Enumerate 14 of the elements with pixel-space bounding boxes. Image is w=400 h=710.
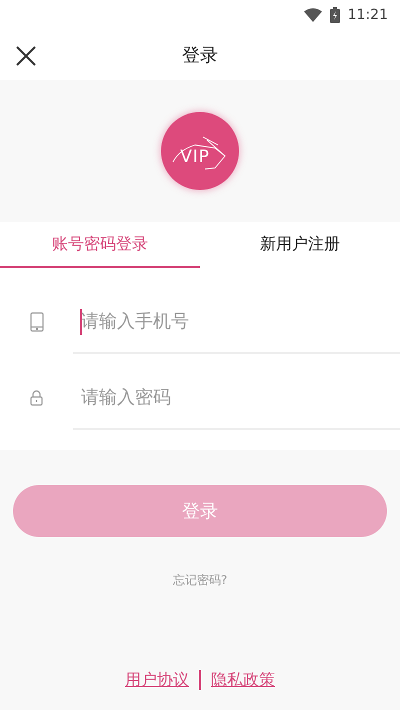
tab[interactable]: 新用户注册 [200, 222, 400, 268]
wifi-icon [304, 8, 322, 22]
tab[interactable]: 账号密码登录 [0, 222, 200, 268]
vip-logo: VIP [161, 112, 239, 190]
policy-link[interactable]: 用户协议 [125, 668, 189, 692]
phone-icon [30, 312, 44, 332]
policy-link[interactable]: 隐私政策 [211, 668, 275, 692]
status-time: 11:21 [348, 6, 388, 24]
page-title: 登录 [182, 44, 218, 68]
lock-icon [30, 390, 43, 406]
battery-icon [330, 7, 340, 23]
close-icon [16, 46, 36, 66]
close-button[interactable] [14, 44, 38, 68]
forgot-password-link[interactable]: 忘记密码? [172, 571, 228, 589]
